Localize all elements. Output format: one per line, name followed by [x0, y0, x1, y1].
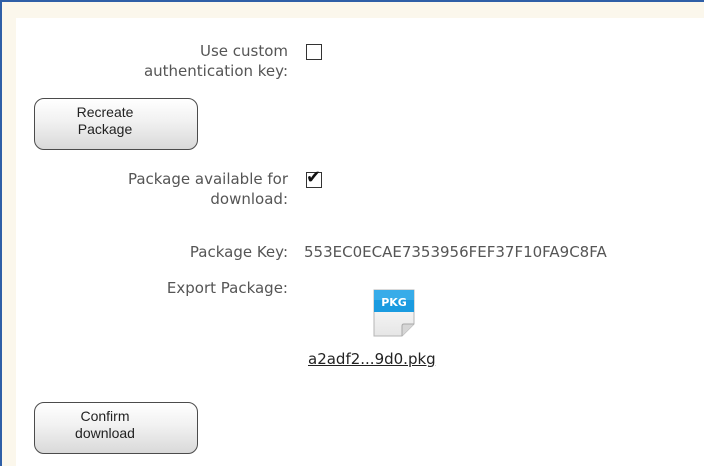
- package-key-label: Package Key:: [189, 243, 288, 261]
- form-content: Use custom authentication key: Recreate …: [16, 18, 704, 468]
- available-label-line2: download:: [210, 190, 288, 208]
- available-label-line1: Package available for: [127, 170, 288, 188]
- confirm-download-button-label: Confirm download: [75, 408, 135, 441]
- custom-key-label-line1: Use custom: [199, 42, 288, 60]
- available-label: Package available for download:: [128, 169, 288, 209]
- available-checkbox[interactable]: ✔: [306, 168, 322, 188]
- recreate-package-button-label: Recreate Package: [76, 104, 134, 137]
- confirm-download-button[interactable]: Confirm download: [34, 402, 198, 454]
- pkg-icon-text: PKG: [381, 296, 407, 309]
- package-key-value: 553EC0ECAE7353956FEF37F10FA9C8FA: [304, 243, 607, 261]
- custom-key-label: Use custom authentication key:: [144, 41, 288, 81]
- pkg-file-icon[interactable]: PKG: [372, 288, 416, 338]
- custom-key-label-line2: authentication key:: [143, 62, 288, 80]
- check-mark-icon: ✔: [306, 167, 322, 188]
- recreate-package-button[interactable]: Recreate Package: [34, 98, 198, 150]
- custom-key-checkbox[interactable]: [306, 44, 322, 60]
- package-file-link[interactable]: a2adf2...9d0.pkg: [308, 349, 436, 369]
- export-package-label: Export Package:: [166, 279, 288, 297]
- form-panel: Use custom authentication key: Recreate …: [0, 0, 704, 468]
